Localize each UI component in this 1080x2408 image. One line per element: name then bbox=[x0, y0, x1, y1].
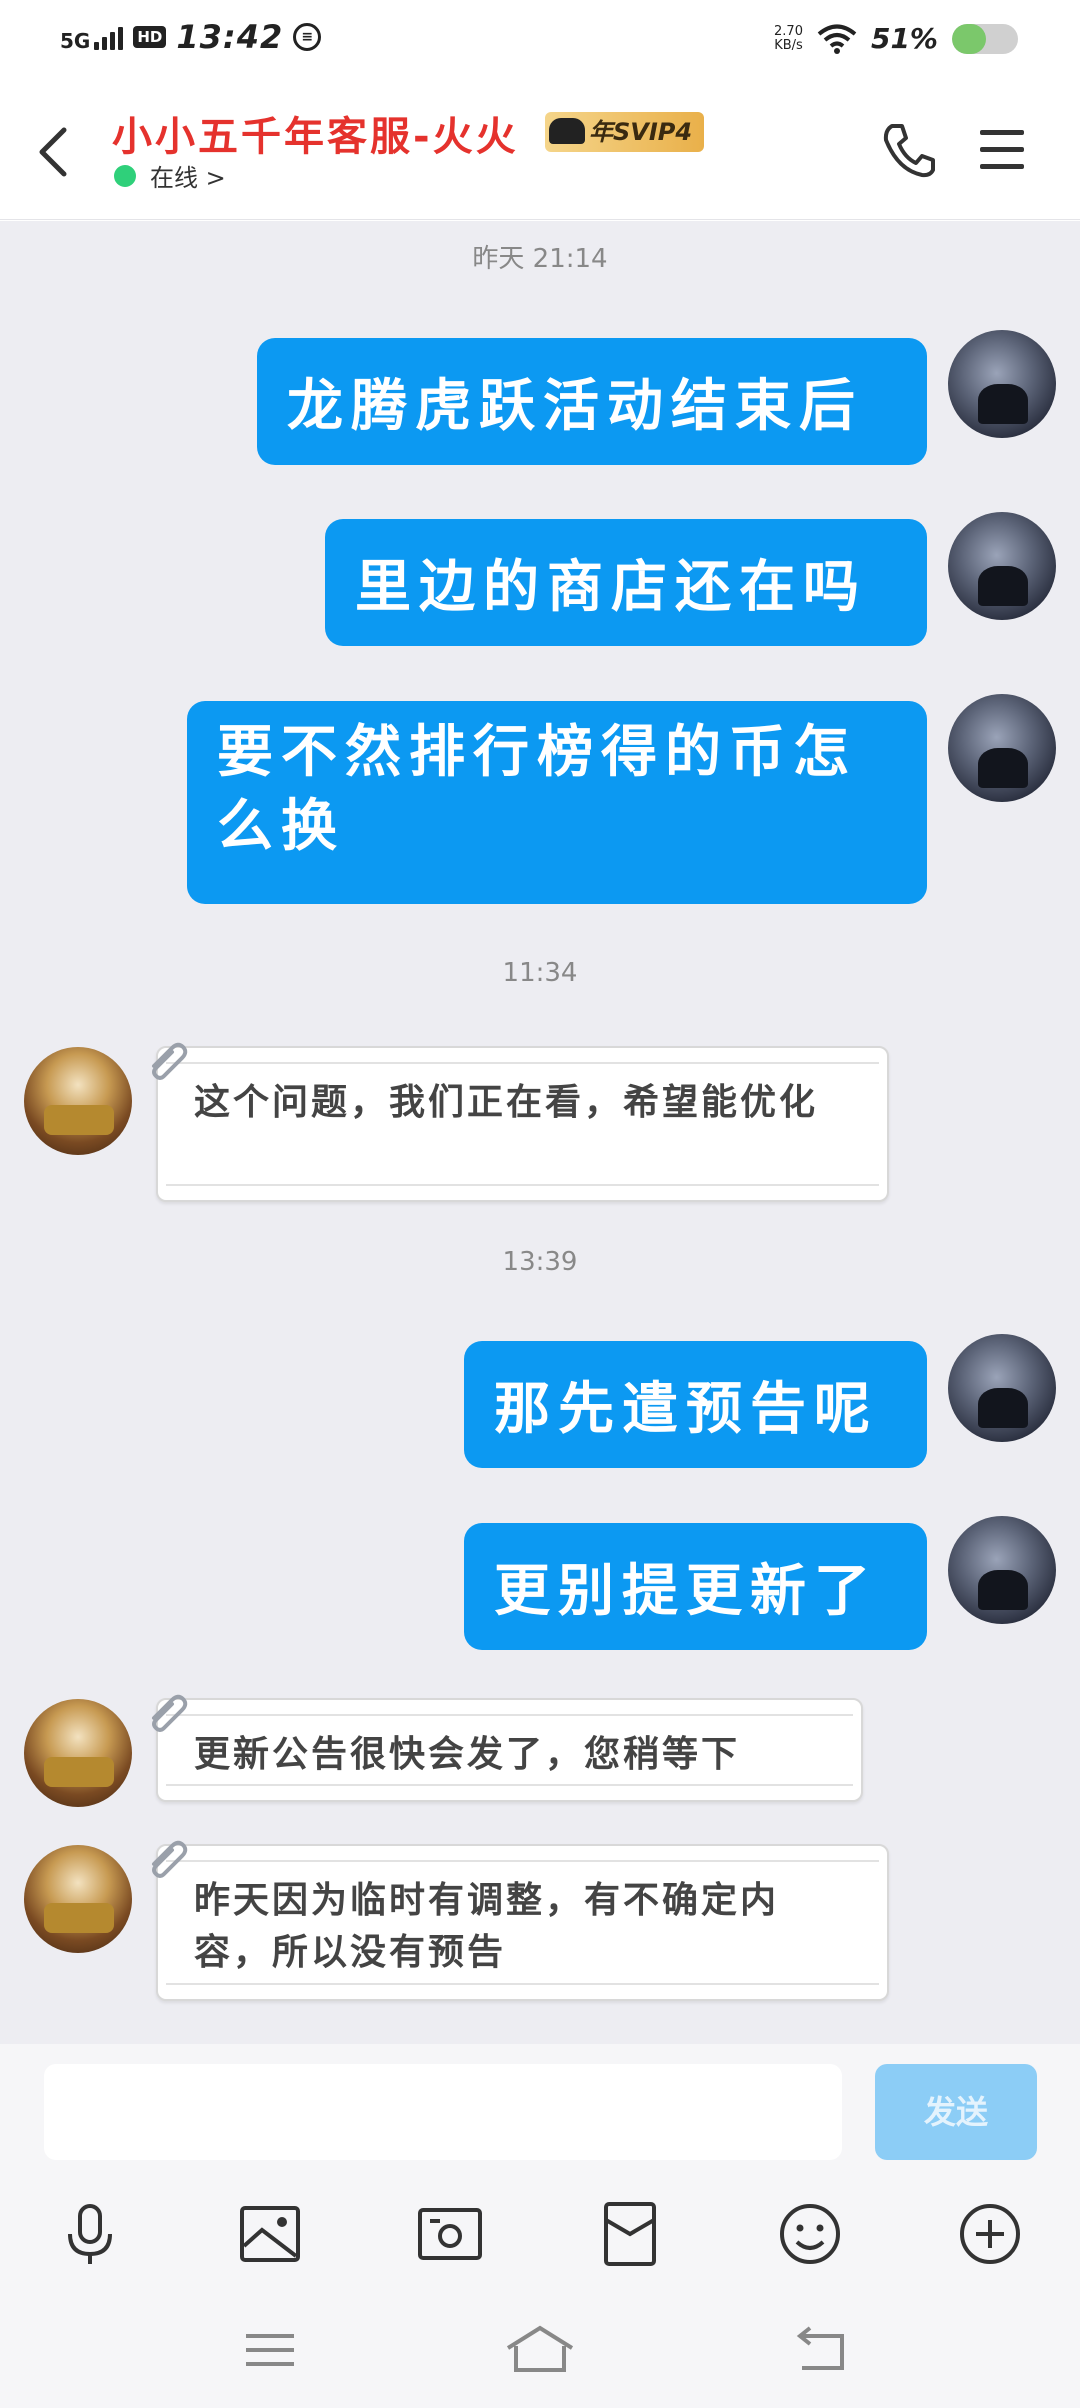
paperclip-icon bbox=[152, 1694, 188, 1732]
my-avatar[interactable] bbox=[948, 330, 1056, 438]
camera-icon[interactable] bbox=[410, 2194, 490, 2274]
support-message-text: 更新公告很快会发了，您稍等下 bbox=[194, 1733, 741, 1775]
image-icon[interactable] bbox=[230, 2194, 310, 2274]
my-message-bubble[interactable]: 里边的商店还在吗 bbox=[325, 519, 927, 646]
support-avatar[interactable] bbox=[24, 1047, 132, 1155]
send-button[interactable]: 发送 bbox=[875, 2064, 1037, 2160]
my-message-bubble[interactable]: 更别提更新了 bbox=[464, 1523, 927, 1650]
phone-call-icon[interactable] bbox=[880, 120, 936, 180]
contact-name[interactable]: 小小五千年客服-火火 bbox=[112, 104, 519, 162]
support-message-bubble[interactable]: 更新公告很快会发了，您稍等下 bbox=[152, 1694, 863, 1802]
my-avatar[interactable] bbox=[948, 1334, 1056, 1442]
my-message-bubble[interactable]: 那先遣预告呢 bbox=[464, 1341, 927, 1468]
vip-cap-icon bbox=[549, 118, 585, 144]
emoji-icon[interactable] bbox=[770, 2194, 850, 2274]
message-input[interactable] bbox=[44, 2064, 842, 2160]
system-nav-bar bbox=[0, 2300, 1080, 2408]
my-avatar[interactable] bbox=[948, 694, 1056, 802]
status-left: 5G HD 13:42 ≡ bbox=[60, 18, 322, 56]
my-message-bubble[interactable]: 龙腾虎跃活动结束后 bbox=[257, 338, 927, 465]
recents-icon[interactable] bbox=[230, 2320, 310, 2380]
status-right: 2.70 KB/s 51% bbox=[774, 22, 1018, 55]
plus-icon[interactable] bbox=[950, 2194, 1030, 2274]
clock: 13:42 bbox=[176, 18, 284, 56]
network-speed: 2.70 KB/s bbox=[774, 23, 803, 53]
my-avatar[interactable] bbox=[948, 512, 1056, 620]
support-message-bubble[interactable]: 这个问题，我们正在看，希望能优化 bbox=[152, 1042, 889, 1202]
message-list[interactable]: 昨天 21:14 龙腾虎跃活动结束后 里边的商店还在吗 要不然排行榜得的币怎么换… bbox=[0, 221, 1080, 2044]
status-bar: 5G HD 13:42 ≡ 2.70 KB/s 51% bbox=[0, 0, 1080, 80]
speed-unit: KB/s bbox=[774, 37, 803, 53]
battery-icon bbox=[952, 23, 1018, 54]
support-avatar[interactable] bbox=[24, 1845, 132, 1953]
chat-header: 小小五千年客服-火火 年SVIP4 在线 > bbox=[0, 80, 1080, 220]
support-avatar[interactable] bbox=[24, 1699, 132, 1807]
hd-badge: HD bbox=[133, 26, 167, 48]
timestamp: 昨天 21:14 bbox=[472, 244, 608, 274]
cellular-signal: 5G bbox=[60, 24, 124, 53]
vip-badge-label: 年SVIP4 bbox=[589, 118, 693, 146]
back-arrow-icon[interactable] bbox=[30, 122, 80, 182]
support-message-text: 昨天因为临时有调整，有不确定内容，所以没有预告 bbox=[194, 1879, 780, 1973]
paperclip-icon bbox=[152, 1840, 188, 1878]
network-type: 5G bbox=[60, 29, 91, 53]
vip-badge[interactable]: 年SVIP4 bbox=[545, 112, 705, 152]
notification-icon: ≡ bbox=[293, 23, 322, 51]
timestamp: 11:34 bbox=[502, 958, 578, 988]
paperclip-icon bbox=[152, 1042, 188, 1080]
microphone-icon[interactable] bbox=[50, 2194, 130, 2274]
signal-bars-icon bbox=[94, 24, 124, 50]
battery-fill bbox=[952, 23, 986, 54]
battery-percent: 51% bbox=[870, 22, 938, 55]
support-message-text: 这个问题，我们正在看，希望能优化 bbox=[194, 1081, 819, 1123]
support-message-bubble[interactable]: 昨天因为临时有调整，有不确定内容，所以没有预告 bbox=[152, 1840, 889, 2001]
my-message-bubble[interactable]: 要不然排行榜得的币怎么换 bbox=[187, 701, 927, 904]
speed-value: 2.70 bbox=[774, 23, 803, 39]
my-avatar[interactable] bbox=[948, 1516, 1056, 1624]
menu-icon[interactable] bbox=[978, 128, 1026, 172]
online-dot-icon bbox=[114, 164, 136, 187]
online-status-label: 在线 > bbox=[150, 164, 226, 192]
wifi-icon bbox=[817, 24, 857, 54]
composer-toolbar bbox=[0, 2194, 1080, 2274]
timestamp: 13:39 bbox=[502, 1247, 578, 1277]
red-packet-icon[interactable] bbox=[590, 2194, 670, 2274]
home-icon[interactable] bbox=[500, 2320, 580, 2380]
back-nav-icon[interactable] bbox=[780, 2320, 860, 2380]
online-status[interactable]: 在线 > bbox=[114, 158, 226, 193]
